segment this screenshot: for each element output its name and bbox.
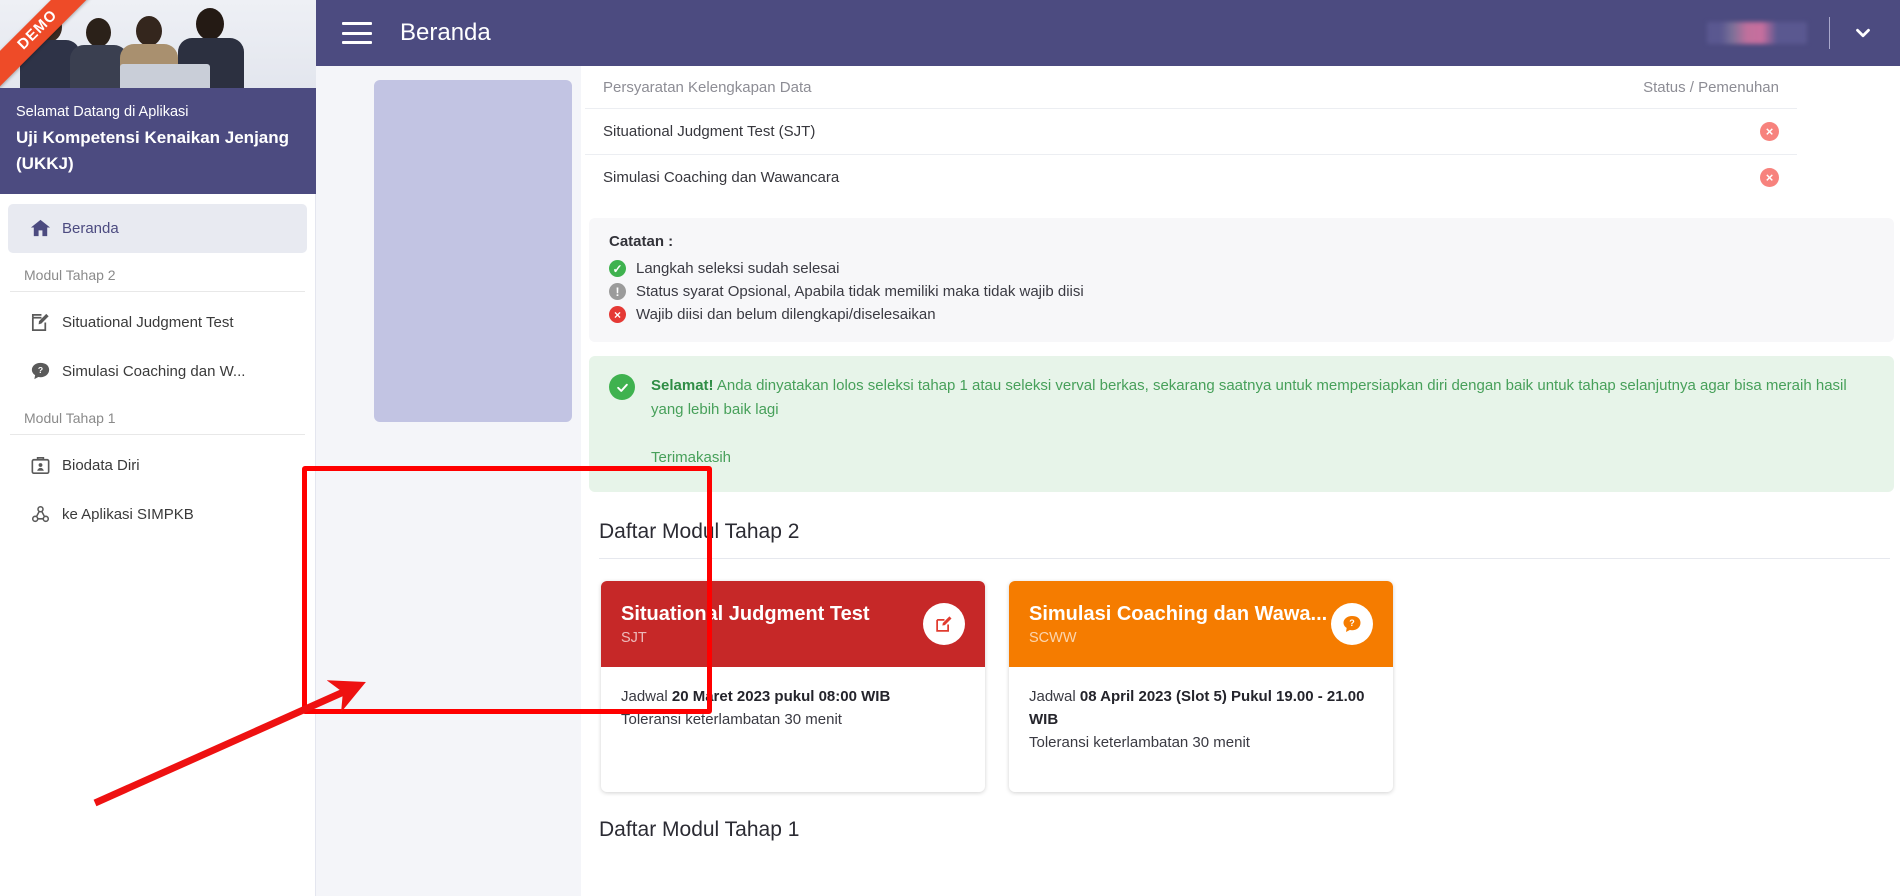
appbar-divider [1829,17,1830,49]
schedule-prefix: Jadwal [1029,687,1080,705]
module-card-tolerance: Toleransi keterlambatan 30 menit [621,711,842,729]
app-bar: Beranda [316,0,1900,66]
sidebar: DEMO Selamat Datang di Aplikasi Uji Komp… [0,0,316,896]
hamburger-icon[interactable] [342,22,372,44]
module-card-schedule: Jadwal 08 April 2023 (Slot 5) Pukul 19.0… [1029,685,1373,732]
requirement-name: Simulasi Coaching dan Wawancara [603,169,840,186]
column-header-requirement: Persyaratan Kelengkapan Data [603,79,812,96]
success-alert-body: Anda dinyatakan lolos seleksi tahap 1 at… [651,377,1847,419]
module-card-code: SCWW [1029,629,1077,646]
catatan-title: Catatan : [609,233,674,250]
question-chat-icon: ? [18,360,62,383]
module-card-sjt[interactable]: Situational Judgment Test SJT Jadwal 20 … [601,580,985,792]
x-circle-icon: × [609,306,626,323]
sidebar-item-biodata-diri[interactable]: Biodata Diri [8,441,307,490]
app-bar-right [1707,17,1874,49]
column-header-status: Status / Pemenuhan [1643,79,1779,96]
table-row[interactable]: Situational Judgment Test (SJT) × [585,108,1797,154]
module-card-list: Situational Judgment Test SJT Jadwal 20 … [601,580,1900,792]
module-card-title: Simulasi Coaching dan Wawa... [1029,602,1328,625]
sidebar-item-label: ke Aplikasi SIMPKB [62,506,194,524]
sidebar-item-situational-judgment-test[interactable]: Situational Judgment Test [8,298,307,347]
svg-text:?: ? [37,365,42,375]
sidebar-item-label: Beranda [62,220,119,238]
info-circle-icon: ! [609,283,626,300]
section-divider [599,557,1890,559]
status-badge: × [1760,168,1779,187]
success-alert-thanks: Terimakasih [651,448,732,466]
sidebar-hero-image: DEMO [0,0,316,88]
left-placeholder-panel [374,80,572,422]
edit-square-icon [18,311,62,334]
schedule-value: 08 April 2023 (Slot 5) Pukul 19.00 - 21.… [1029,687,1365,729]
sidebar-item-ke-aplikasi-simpkb[interactable]: ke Aplikasi SIMPKB [8,490,307,539]
catatan-text: Wajib diisi dan belum dilengkapi/diseles… [636,306,936,323]
module-card-body: Jadwal 20 Maret 2023 pukul 08:00 WIB Tol… [601,667,985,792]
user-name-redacted [1707,22,1807,44]
home-icon [18,217,62,240]
success-alert-strong: Selamat! [651,377,714,394]
check-circle-icon [609,374,635,400]
welcome-title: Uji Kompetensi Kenaikan Jenjang (UKKJ) [16,128,290,173]
module-card-heading: Situational Judgment Test SJT [621,602,870,646]
requirements-table: Persyaratan Kelengkapan Data Status / Pe… [585,66,1797,200]
catatan-line: × Wajib diisi dan belum dilengkapi/disel… [609,303,1874,326]
sidebar-item-beranda[interactable]: Beranda [8,204,307,254]
module-card-body: Jadwal 08 April 2023 (Slot 5) Pukul 19.0… [1009,667,1393,792]
question-chat-icon[interactable]: ? [1331,602,1373,645]
sidebar-item-label: Simulasi Coaching dan W... [62,363,246,381]
sidebar-item-simulasi-coaching[interactable]: ? Simulasi Coaching dan W... [8,347,307,396]
catatan-text: Langkah seleksi sudah selesai [636,260,840,277]
chevron-down-icon[interactable] [1852,22,1874,44]
requirements-card: Persyaratan Kelengkapan Data Status / Pe… [581,66,1900,896]
schedule-value: 20 Maret 2023 pukul 08:00 WIB [671,687,891,705]
success-alert: Selamat! Anda dinyatakan lolos seleksi t… [589,356,1894,492]
module-card-header: Situational Judgment Test SJT [601,580,985,667]
main-region: Beranda Persyaratan Kelengkapan Data Sta… [316,0,1900,896]
page-title: Beranda [400,19,491,46]
catatan-line: ✓ Langkah seleksi sudah selesai [609,257,1874,280]
module-card-schedule: Jadwal 20 Maret 2023 pukul 08:00 WIB [621,685,965,708]
module-card-code: SJT [621,629,647,646]
module-card-heading: Simulasi Coaching dan Wawa... SCWW [1029,602,1327,646]
webhook-icon [18,503,62,526]
catatan-box: Catatan : ✓ Langkah seleksi sudah selesa… [589,218,1894,342]
check-circle-icon: ✓ [609,260,626,277]
module-card-tolerance: Toleransi keterlambatan 30 menit [1029,734,1250,752]
table-header-row: Persyaratan Kelengkapan Data Status / Pe… [585,71,1797,108]
sidebar-nav: Beranda Modul Tahap 2 Situational Judgme… [0,194,315,539]
id-badge-icon [18,454,62,477]
section-title-tahap2: Daftar Modul Tahap 2 [599,519,800,543]
module-card-scww[interactable]: Simulasi Coaching dan Wawa... SCWW ? Jad… [1009,580,1393,792]
svg-text:?: ? [1349,618,1355,628]
section-title-tahap1: Daftar Modul Tahap 1 [599,817,800,841]
catatan-text: Status syarat Opsional, Apabila tidak me… [636,283,1084,300]
success-alert-text: Selamat! Anda dinyatakan lolos seleksi t… [651,374,1874,470]
sidebar-group-tahap1: Modul Tahap 1 [10,396,305,436]
catatan-line: ! Status syarat Opsional, Apabila tidak … [609,280,1874,303]
edit-square-icon[interactable] [923,602,965,645]
requirement-name: Situational Judgment Test (SJT) [603,123,816,140]
sidebar-item-label: Biodata Diri [62,457,140,475]
module-card-header: Simulasi Coaching dan Wawa... SCWW ? [1009,580,1393,667]
application-window: DEMO Selamat Datang di Aplikasi Uji Komp… [0,0,1900,896]
sidebar-group-tahap2: Modul Tahap 2 [10,253,305,293]
welcome-subtitle: Selamat Datang di Aplikasi [16,104,189,120]
status-badge: × [1760,122,1779,141]
content-scroll-region: Persyaratan Kelengkapan Data Status / Pe… [316,66,1900,896]
sidebar-item-label: Situational Judgment Test [62,314,234,332]
table-row[interactable]: Simulasi Coaching dan Wawancara × [585,154,1797,200]
welcome-panel: Selamat Datang di Aplikasi Uji Kompetens… [0,88,316,195]
laptop-shape [120,64,210,88]
schedule-prefix: Jadwal [621,687,672,705]
module-card-title: Situational Judgment Test [621,602,870,625]
